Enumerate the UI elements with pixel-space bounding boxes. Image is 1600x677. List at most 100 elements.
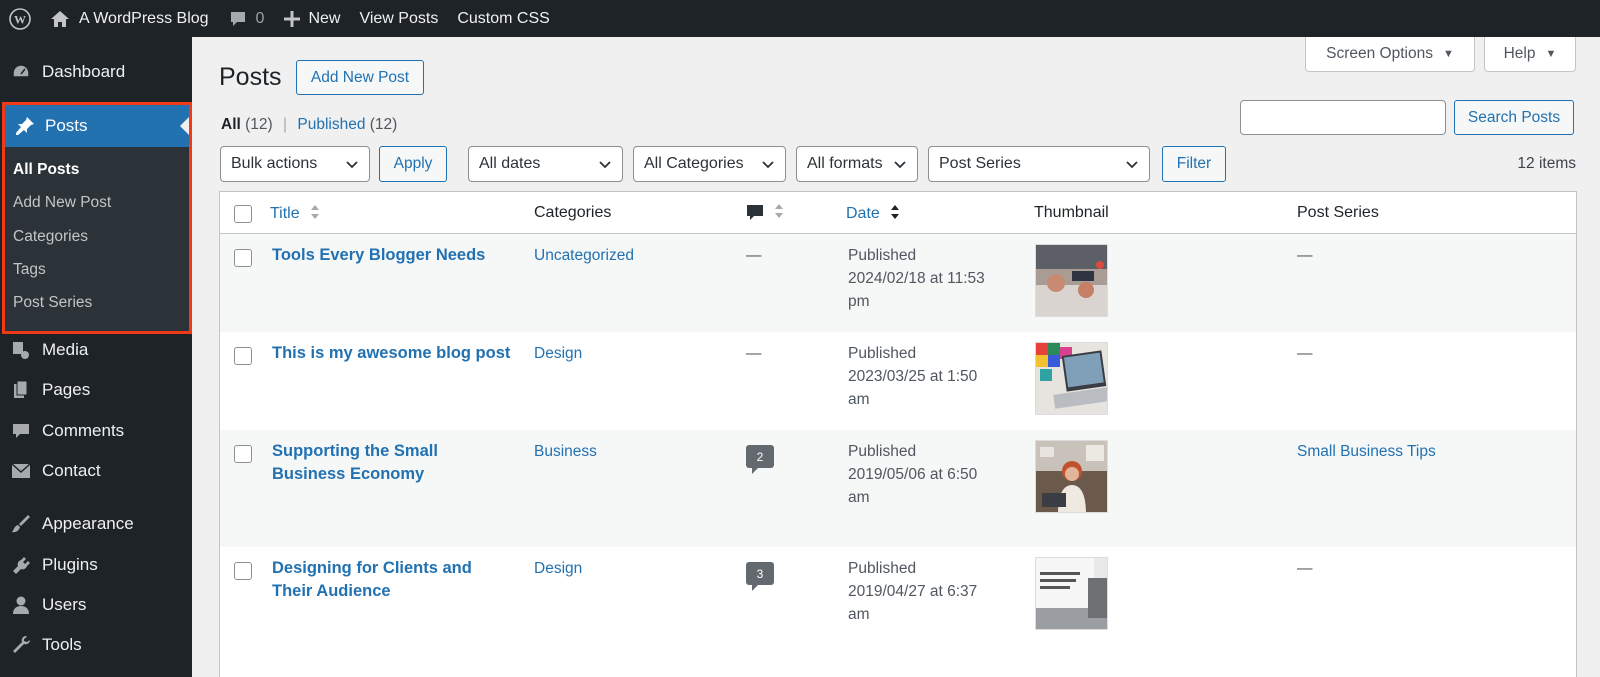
view-posts-link[interactable]: View Posts: [359, 0, 438, 37]
post-title-link[interactable]: Supporting the Small Business Economy: [272, 440, 438, 486]
search-posts-button[interactable]: Search Posts: [1454, 100, 1574, 135]
chevron-down-icon: [761, 157, 775, 176]
post-thumbnail-image[interactable]: [1035, 342, 1108, 415]
post-series-link[interactable]: Small Business Tips: [1297, 440, 1436, 463]
row-checkbox[interactable]: [234, 249, 252, 267]
post-thumbnail-image[interactable]: [1035, 557, 1108, 630]
envelope-icon: [0, 463, 42, 479]
chevron-down-icon: [1125, 157, 1139, 176]
pages-icon: [0, 380, 42, 400]
post-title-line: Tools Every Blogger Needs: [272, 246, 486, 264]
page-title: Posts: [219, 63, 282, 91]
post-category-link[interactable]: Design: [534, 342, 582, 365]
post-title-line: Supporting the Small: [272, 442, 438, 460]
menu-pages[interactable]: Pages: [0, 370, 192, 410]
post-status: Published: [848, 560, 917, 577]
post-category-link[interactable]: Uncategorized: [534, 244, 634, 267]
search-posts-input[interactable]: [1240, 100, 1446, 135]
menu-users-label: Users: [42, 595, 87, 614]
sort-desc-icon: [890, 204, 900, 225]
row-checkbox[interactable]: [234, 347, 252, 365]
menu-tools[interactable]: Tools: [0, 625, 192, 665]
apply-button[interactable]: Apply: [379, 146, 447, 182]
menu-posts[interactable]: Posts: [5, 105, 189, 147]
post-date-line: 2023/03/25 at 1:50: [848, 368, 978, 385]
menu-plugins[interactable]: Plugins: [0, 545, 192, 585]
site-name-link[interactable]: A WordPress Blog: [50, 0, 209, 37]
column-title-header[interactable]: Title: [270, 204, 320, 225]
chevron-down-icon: [893, 157, 907, 176]
dates-filter-select[interactable]: All dates: [468, 146, 623, 182]
menu-contact[interactable]: Contact: [0, 451, 192, 491]
post-title-link[interactable]: Designing for Clients and Their Audience: [272, 557, 472, 603]
menu-users[interactable]: Users: [0, 585, 192, 625]
comment-count-bubble[interactable]: 3: [746, 562, 774, 591]
row-checkbox[interactable]: [234, 445, 252, 463]
post-thumbnail-image[interactable]: [1035, 440, 1108, 513]
svg-text:W: W: [14, 12, 26, 26]
filter-button[interactable]: Filter: [1162, 146, 1226, 182]
view-all-link[interactable]: All: [221, 116, 241, 133]
comments-link[interactable]: 0: [229, 0, 264, 37]
bulk-actions-select[interactable]: Bulk actions: [220, 146, 370, 182]
menu-media[interactable]: Media: [0, 330, 192, 370]
wordpress-logo-icon[interactable]: W: [0, 0, 40, 37]
post-title-link[interactable]: This is my awesome blog post: [272, 342, 510, 365]
post-series-filter-select[interactable]: Post Series: [928, 146, 1150, 182]
paintbrush-icon: [0, 514, 42, 534]
dates-filter-value: All dates: [479, 155, 541, 172]
menu-comments[interactable]: Comments: [0, 411, 192, 451]
column-categories-header: Categories: [534, 204, 612, 221]
help-button[interactable]: Help ▼: [1484, 37, 1576, 72]
submenu-all-posts[interactable]: All Posts: [13, 161, 79, 179]
user-icon: [0, 595, 42, 615]
post-status-views: All (12) | Published (12): [221, 116, 397, 134]
menu-contact-label: Contact: [42, 461, 101, 480]
categories-filter-select[interactable]: All Categories: [633, 146, 786, 182]
view-published-count: (12): [369, 116, 398, 133]
menu-plugins-label: Plugins: [42, 555, 98, 574]
column-comments-header[interactable]: [746, 203, 784, 224]
post-date-line: am: [848, 489, 870, 506]
menu-dashboard[interactable]: Dashboard: [0, 52, 192, 92]
submenu-add-new-post[interactable]: Add New Post: [13, 194, 111, 212]
post-title-line: Their Audience: [272, 582, 391, 600]
screen-options-button[interactable]: Screen Options ▼: [1305, 37, 1475, 72]
column-date-header[interactable]: Date: [846, 204, 900, 225]
comment-count-bubble[interactable]: 2: [746, 445, 774, 474]
submenu-tags[interactable]: Tags: [13, 261, 46, 279]
comments-icon: [0, 421, 42, 441]
post-comments-none: —: [746, 345, 762, 362]
menu-tools-label: Tools: [42, 635, 82, 654]
menu-pages-label: Pages: [42, 380, 91, 399]
views-separator: |: [283, 116, 288, 133]
menu-comments-label: Comments: [42, 421, 125, 440]
categories-filter-value: All Categories: [644, 155, 744, 172]
table-header: Title Categories Date Thumbnail Post Ser…: [220, 192, 1576, 234]
post-title-link[interactable]: Tools Every Blogger Needs: [272, 244, 485, 267]
help-label: Help: [1503, 45, 1536, 62]
menu-appearance[interactable]: Appearance: [0, 504, 192, 544]
table-row: This is my awesome blog post Design — Pu…: [220, 332, 1576, 430]
add-new-post-button[interactable]: Add New Post: [296, 60, 424, 95]
new-content-menu[interactable]: New: [284, 0, 340, 37]
post-date-line: 2019/05/06 at 6:50: [848, 466, 978, 483]
custom-css-link[interactable]: Custom CSS: [457, 0, 549, 37]
view-published-link[interactable]: Published: [297, 116, 365, 133]
post-status: Published: [848, 247, 917, 264]
menu-posts-label: Posts: [45, 116, 88, 135]
menu-appearance-label: Appearance: [42, 514, 134, 533]
submenu-categories[interactable]: Categories: [13, 228, 88, 246]
row-checkbox[interactable]: [234, 562, 252, 580]
post-category-link[interactable]: Design: [534, 557, 582, 580]
pushpin-icon: [5, 116, 45, 136]
table-row: Designing for Clients and Their Audience…: [220, 547, 1576, 677]
select-all-checkbox[interactable]: [234, 205, 252, 223]
formats-filter-select[interactable]: All formats: [796, 146, 918, 182]
post-title-line: Designing for Clients and: [272, 559, 472, 577]
post-category-link[interactable]: Business: [534, 440, 597, 463]
post-thumbnail-image[interactable]: [1035, 244, 1108, 317]
home-icon: [50, 10, 70, 28]
submenu-post-series[interactable]: Post Series: [13, 294, 92, 312]
caret-down-icon: ▼: [1442, 48, 1454, 60]
